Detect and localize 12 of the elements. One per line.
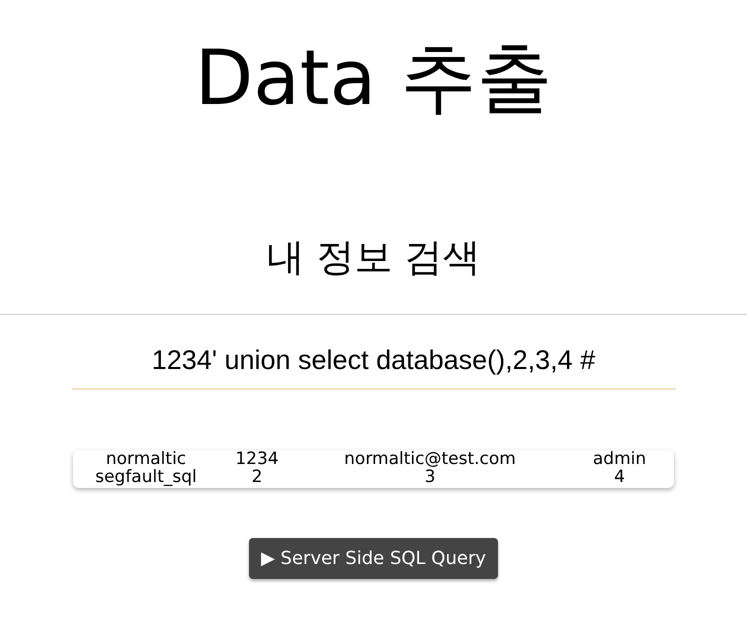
page-title: Data 추출: [194, 32, 552, 124]
section-heading: 내 정보 검색: [266, 234, 481, 281]
table-cell-text: 3: [424, 468, 436, 486]
search-field[interactable]: 1234' union select database(),2,3,4 #: [72, 339, 676, 390]
table-cell-text: 2: [250, 468, 264, 486]
table-cell-text: 1234: [234, 450, 280, 468]
table-cell-text: normaltic@test.com: [343, 450, 517, 468]
table-cell-text: segfault_sql: [94, 468, 198, 486]
table-cell-text: 4: [613, 468, 626, 486]
query-button[interactable]: ▶ Server Side SQL Query: [248, 538, 498, 579]
table-cell-text: normaltic: [104, 450, 188, 468]
table-cell-text: admin: [592, 450, 648, 468]
